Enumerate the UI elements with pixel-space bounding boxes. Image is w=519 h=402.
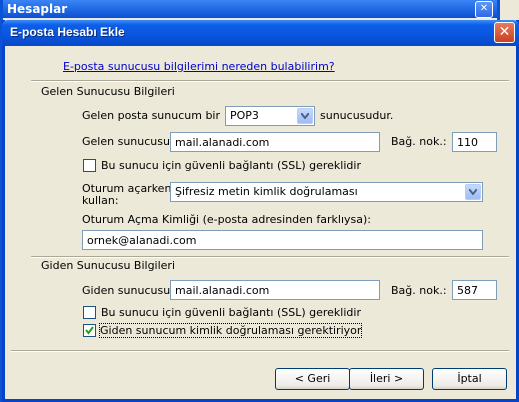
cancel-button[interactable]: İptal xyxy=(432,368,507,390)
logon-method-value: Şifresiz metin kimlik doğrulaması xyxy=(175,185,358,198)
incoming-ssl-checkbox[interactable] xyxy=(83,159,96,172)
outgoing-server-label: Giden sunucusu: xyxy=(82,284,174,297)
logon-method-select[interactable]: Şifresiz metin kimlik doğrulaması xyxy=(170,182,483,202)
background-close-icon[interactable]: ✕ xyxy=(475,1,493,18)
incoming-server-label: Gelen sunucusu: xyxy=(82,135,174,148)
outgoing-server-input[interactable] xyxy=(170,280,380,300)
back-button[interactable]: < Geri xyxy=(275,368,350,390)
close-icon[interactable]: ✕ xyxy=(494,22,515,43)
incoming-type-suffix: sunucusudur. xyxy=(320,109,394,122)
incoming-server-type-select[interactable]: POP3 xyxy=(225,106,315,126)
incoming-section-label: Gelen Sunucusu Bilgileri xyxy=(41,85,175,98)
outgoing-ssl-label: Bu sunucu için güvenli bağlantı (SSL) ge… xyxy=(101,306,361,319)
chevron-down-icon[interactable] xyxy=(465,184,481,200)
outgoing-port-input[interactable] xyxy=(452,280,497,300)
add-email-account-dialog: E-posta Hesabı Ekle ✕ E-posta sunucusu b… xyxy=(2,20,519,402)
divider xyxy=(31,80,509,82)
dialog-titlebar: E-posta Hesabı Ekle ✕ xyxy=(2,20,519,46)
next-button[interactable]: İleri > xyxy=(349,368,424,390)
divider xyxy=(11,350,509,352)
chevron-down-icon[interactable] xyxy=(297,108,313,124)
outgoing-port-label: Bağ. nok.: xyxy=(391,284,447,297)
outgoing-section-label: Giden Sunucusu Bilgileri xyxy=(41,259,176,272)
incoming-port-input[interactable] xyxy=(452,132,497,152)
logon-id-input[interactable] xyxy=(82,230,483,250)
incoming-type-prefix: Gelen posta sunucum bir xyxy=(82,109,221,122)
incoming-port-label: Bağ. nok.: xyxy=(391,135,447,148)
divider xyxy=(31,256,509,258)
incoming-server-type-value: POP3 xyxy=(230,109,259,122)
check-icon xyxy=(85,326,94,335)
help-link[interactable]: E-posta sunucusu bilgilerimi nereden bul… xyxy=(63,60,335,73)
incoming-ssl-label: Bu sunucu için güvenli bağlantı (SSL) ge… xyxy=(101,159,361,172)
logon-id-label: Oturum Açma Kimliği (e-posta adresinden … xyxy=(82,213,371,226)
outgoing-auth-label: Giden sunucum kimlik doğrulaması gerekti… xyxy=(98,323,363,338)
incoming-server-input[interactable] xyxy=(170,132,380,152)
background-window-title: Hesaplar xyxy=(3,0,497,18)
logon-method-label-line2: kullan: xyxy=(82,194,119,207)
outgoing-auth-checkbox[interactable] xyxy=(83,324,96,337)
outgoing-ssl-checkbox[interactable] xyxy=(83,306,96,319)
dialog-title: E-posta Hesabı Ekle xyxy=(10,25,125,39)
